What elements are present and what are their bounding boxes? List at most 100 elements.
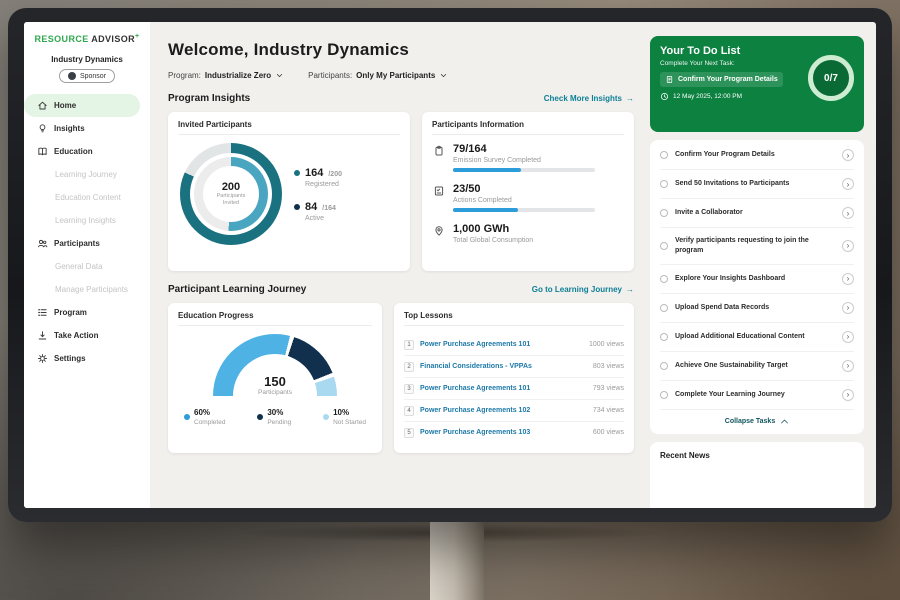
task-row[interactable]: Achieve One Sustainability Target › (660, 352, 854, 381)
stat-label: Actions Completed (453, 197, 595, 204)
checkbox-icon[interactable] (660, 391, 668, 399)
task-row[interactable]: Send 50 Invitations to Participants › (660, 170, 854, 199)
sidebar-item-home[interactable]: Home (24, 94, 140, 117)
go-to-learning-journey-link[interactable]: Go to Learning Journey → (532, 285, 634, 294)
section-title: Program Insights (168, 93, 250, 104)
card-title: Top Lessons (404, 311, 624, 326)
download-icon (36, 330, 48, 341)
todo-title: Your To Do List (660, 45, 783, 57)
chevron-right-icon[interactable]: › (842, 240, 854, 252)
todo-progress-value: 0/7 (824, 73, 838, 84)
collapse-tasks-link[interactable]: Collapse Tasks (660, 410, 854, 434)
checkbox-icon[interactable] (660, 362, 668, 370)
insights-cards-row: Invited Participants 200 Participants In… (168, 112, 634, 271)
task-label: Achieve One Sustainability Target (675, 361, 835, 371)
checkbox-icon[interactable] (660, 304, 668, 312)
card-title: Invited Participants (178, 120, 400, 135)
task-row[interactable]: Explore Your Insights Dashboard › (660, 265, 854, 294)
chevron-right-icon[interactable]: › (842, 178, 854, 190)
chevron-right-icon[interactable]: › (842, 273, 854, 285)
checkbox-icon[interactable] (660, 180, 668, 188)
todo-summary-card: Your To Do List Complete Your Next Task:… (650, 36, 864, 132)
lesson-link[interactable]: Power Purchase Agreements 102 (420, 407, 587, 414)
progress-bar (453, 168, 595, 172)
sidebar-item-settings[interactable]: Settings (24, 347, 150, 370)
card-title: Education Progress (178, 311, 372, 326)
chevron-up-icon (780, 418, 789, 425)
sidebar-item-manage-participants[interactable]: Manage Participants (24, 278, 150, 301)
participants-filter[interactable]: Participants: Only My Participants (308, 71, 448, 80)
task-list-card: Confirm Your Program Details › Send 50 I… (650, 140, 864, 434)
sidebar-item-learning-insights[interactable]: Learning Insights (24, 209, 150, 232)
lesson-link[interactable]: Power Purchase Agreements 101 (420, 341, 583, 348)
sidebar-item-label: General Data (55, 262, 103, 271)
stat-value: 1,000 GWh (453, 223, 533, 235)
sponsor-badge[interactable]: Sponsor (59, 69, 115, 83)
task-row[interactable]: Upload Spend Data Records › (660, 294, 854, 323)
lesson-rank: 1 (404, 340, 414, 350)
sidebar-item-label: Take Action (54, 331, 98, 340)
card-title: Participants Information (432, 120, 624, 135)
chevron-right-icon[interactable]: › (842, 302, 854, 314)
task-label: Confirm Your Program Details (675, 150, 835, 160)
registered-total: /200 (328, 171, 342, 178)
sidebar-item-general-data[interactable]: General Data (24, 255, 150, 278)
lesson-link[interactable]: Power Purchase Agreements 103 (420, 429, 587, 436)
photo-background: RESOURCE ADVISOR+ Industry Dynamics Spon… (0, 0, 900, 600)
sidebar-item-insights[interactable]: Insights (24, 117, 150, 140)
task-row[interactable]: Verify participants requesting to join t… (660, 228, 854, 265)
link-label: Go to Learning Journey (532, 285, 622, 294)
sidebar-item-participants[interactable]: Participants (24, 232, 150, 255)
active-total: /164 (322, 205, 336, 212)
section-title: Participant Learning Journey (168, 284, 306, 295)
clipboard-icon (432, 143, 445, 172)
sidebar-item-education[interactable]: Education (24, 140, 150, 163)
legend-pending: 30% Pending (257, 408, 291, 426)
chevron-right-icon[interactable]: › (842, 149, 854, 161)
learning-cards-row: Education Progress 150 Participants (168, 303, 634, 453)
sponsor-label: Sponsor (80, 73, 106, 80)
checkbox-icon[interactable] (660, 209, 668, 217)
lesson-row: 3 Power Purchase Agreements 101 793 view… (404, 378, 624, 400)
checkbox-icon[interactable] (660, 275, 668, 283)
clock-icon (660, 92, 669, 101)
lesson-link[interactable]: Power Purchase Agreements 101 (420, 385, 587, 392)
sidebar-item-label: Participants (54, 239, 100, 248)
task-row[interactable]: Complete Your Learning Journey › (660, 381, 854, 410)
sidebar-item-education-content[interactable]: Education Content (24, 186, 150, 209)
checkbox-icon[interactable] (660, 242, 668, 250)
lesson-link[interactable]: Financial Considerations - VPPAs (420, 363, 587, 370)
task-label: Complete Your Learning Journey (675, 390, 835, 400)
task-row[interactable]: Invite a Collaborator › (660, 199, 854, 228)
checkbox-icon[interactable] (660, 151, 668, 159)
next-task-row[interactable]: Confirm Your Program Details (660, 72, 783, 87)
monitor-stand (430, 512, 484, 600)
app-logo: RESOURCE ADVISOR+ (24, 33, 150, 44)
education-progress-card: Education Progress 150 Participants (168, 303, 382, 453)
stat-value: 79/164 (453, 143, 595, 155)
checkbox-icon[interactable] (660, 333, 668, 341)
sidebar-item-learning-journey[interactable]: Learning Journey (24, 163, 150, 186)
chevron-down-icon (439, 71, 448, 80)
chevron-right-icon[interactable]: › (842, 389, 854, 401)
program-filter[interactable]: Program: Industrialize Zero (168, 71, 284, 80)
task-row[interactable]: Confirm Your Program Details › (660, 141, 854, 170)
chevron-right-icon[interactable]: › (842, 331, 854, 343)
active-dot (294, 204, 300, 210)
lesson-views: 793 views (593, 385, 624, 392)
sidebar-item-program[interactable]: Program (24, 301, 150, 324)
check-more-insights-link[interactable]: Check More Insights → (544, 94, 634, 103)
sidebar-item-label: Learning Insights (55, 216, 116, 225)
lesson-rank: 4 (404, 406, 414, 416)
chevron-right-icon[interactable]: › (842, 360, 854, 372)
sidebar-item-label: Learning Journey (55, 170, 117, 179)
sidebar-item-take-action[interactable]: Take Action (24, 324, 150, 347)
chevron-right-icon[interactable]: › (842, 207, 854, 219)
people-icon (36, 238, 48, 249)
home-icon (36, 100, 48, 111)
task-row[interactable]: Upload Additional Educational Content › (660, 323, 854, 352)
legend-label: Not Started (333, 419, 366, 426)
stat-emission-survey: 79/164 Emission Survey Completed (432, 143, 624, 172)
book-icon (36, 146, 48, 157)
lesson-views: 803 views (593, 363, 624, 370)
